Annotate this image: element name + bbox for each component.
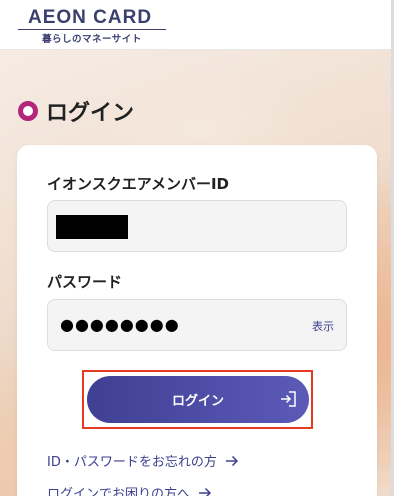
site-header: AEON CARD 暮らしのマネーサイト	[0, 0, 394, 50]
logo-divider	[18, 29, 166, 30]
member-id-value-redacted	[56, 215, 128, 239]
password-value: ●●●●●●●●	[60, 315, 180, 334]
member-id-label: イオンスクエアメンバーID	[47, 175, 229, 193]
aeon-card-logo[interactable]: AEON CARD 暮らしのマネーサイト	[18, 6, 166, 45]
page-title-text: ログイン	[46, 101, 135, 126]
arrow-right-icon	[225, 455, 238, 466]
forgot-id-password-text: ID・パスワードをお忘れの方	[47, 455, 217, 470]
password-label: パスワード	[47, 273, 123, 291]
logo-text: AEON CARD	[28, 7, 153, 28]
login-card: イオンスクエアメンバーID パスワード ●●●●●●●● 表示 ログイン ID・…	[17, 145, 377, 496]
member-id-field[interactable]	[47, 200, 347, 252]
login-button-label: ログイン	[171, 394, 224, 409]
login-trouble-text: ログインでお困りの方へ	[47, 487, 191, 496]
logo-tagline: 暮らしのマネーサイト	[42, 34, 142, 45]
login-trouble-link[interactable]: ログインでお困りの方へ	[47, 483, 212, 496]
page-title: ログイン	[18, 96, 134, 126]
login-icon	[281, 391, 296, 407]
arrow-right-icon	[199, 487, 212, 496]
forgot-id-password-link[interactable]: ID・パスワードをお忘れの方	[47, 451, 239, 470]
login-button[interactable]: ログイン	[87, 376, 309, 423]
password-field[interactable]: ●●●●●●●● 表示	[47, 299, 347, 351]
login-button-highlight: ログイン	[82, 370, 313, 429]
ring-icon	[18, 101, 38, 121]
show-password-toggle[interactable]: 表示	[312, 318, 334, 334]
